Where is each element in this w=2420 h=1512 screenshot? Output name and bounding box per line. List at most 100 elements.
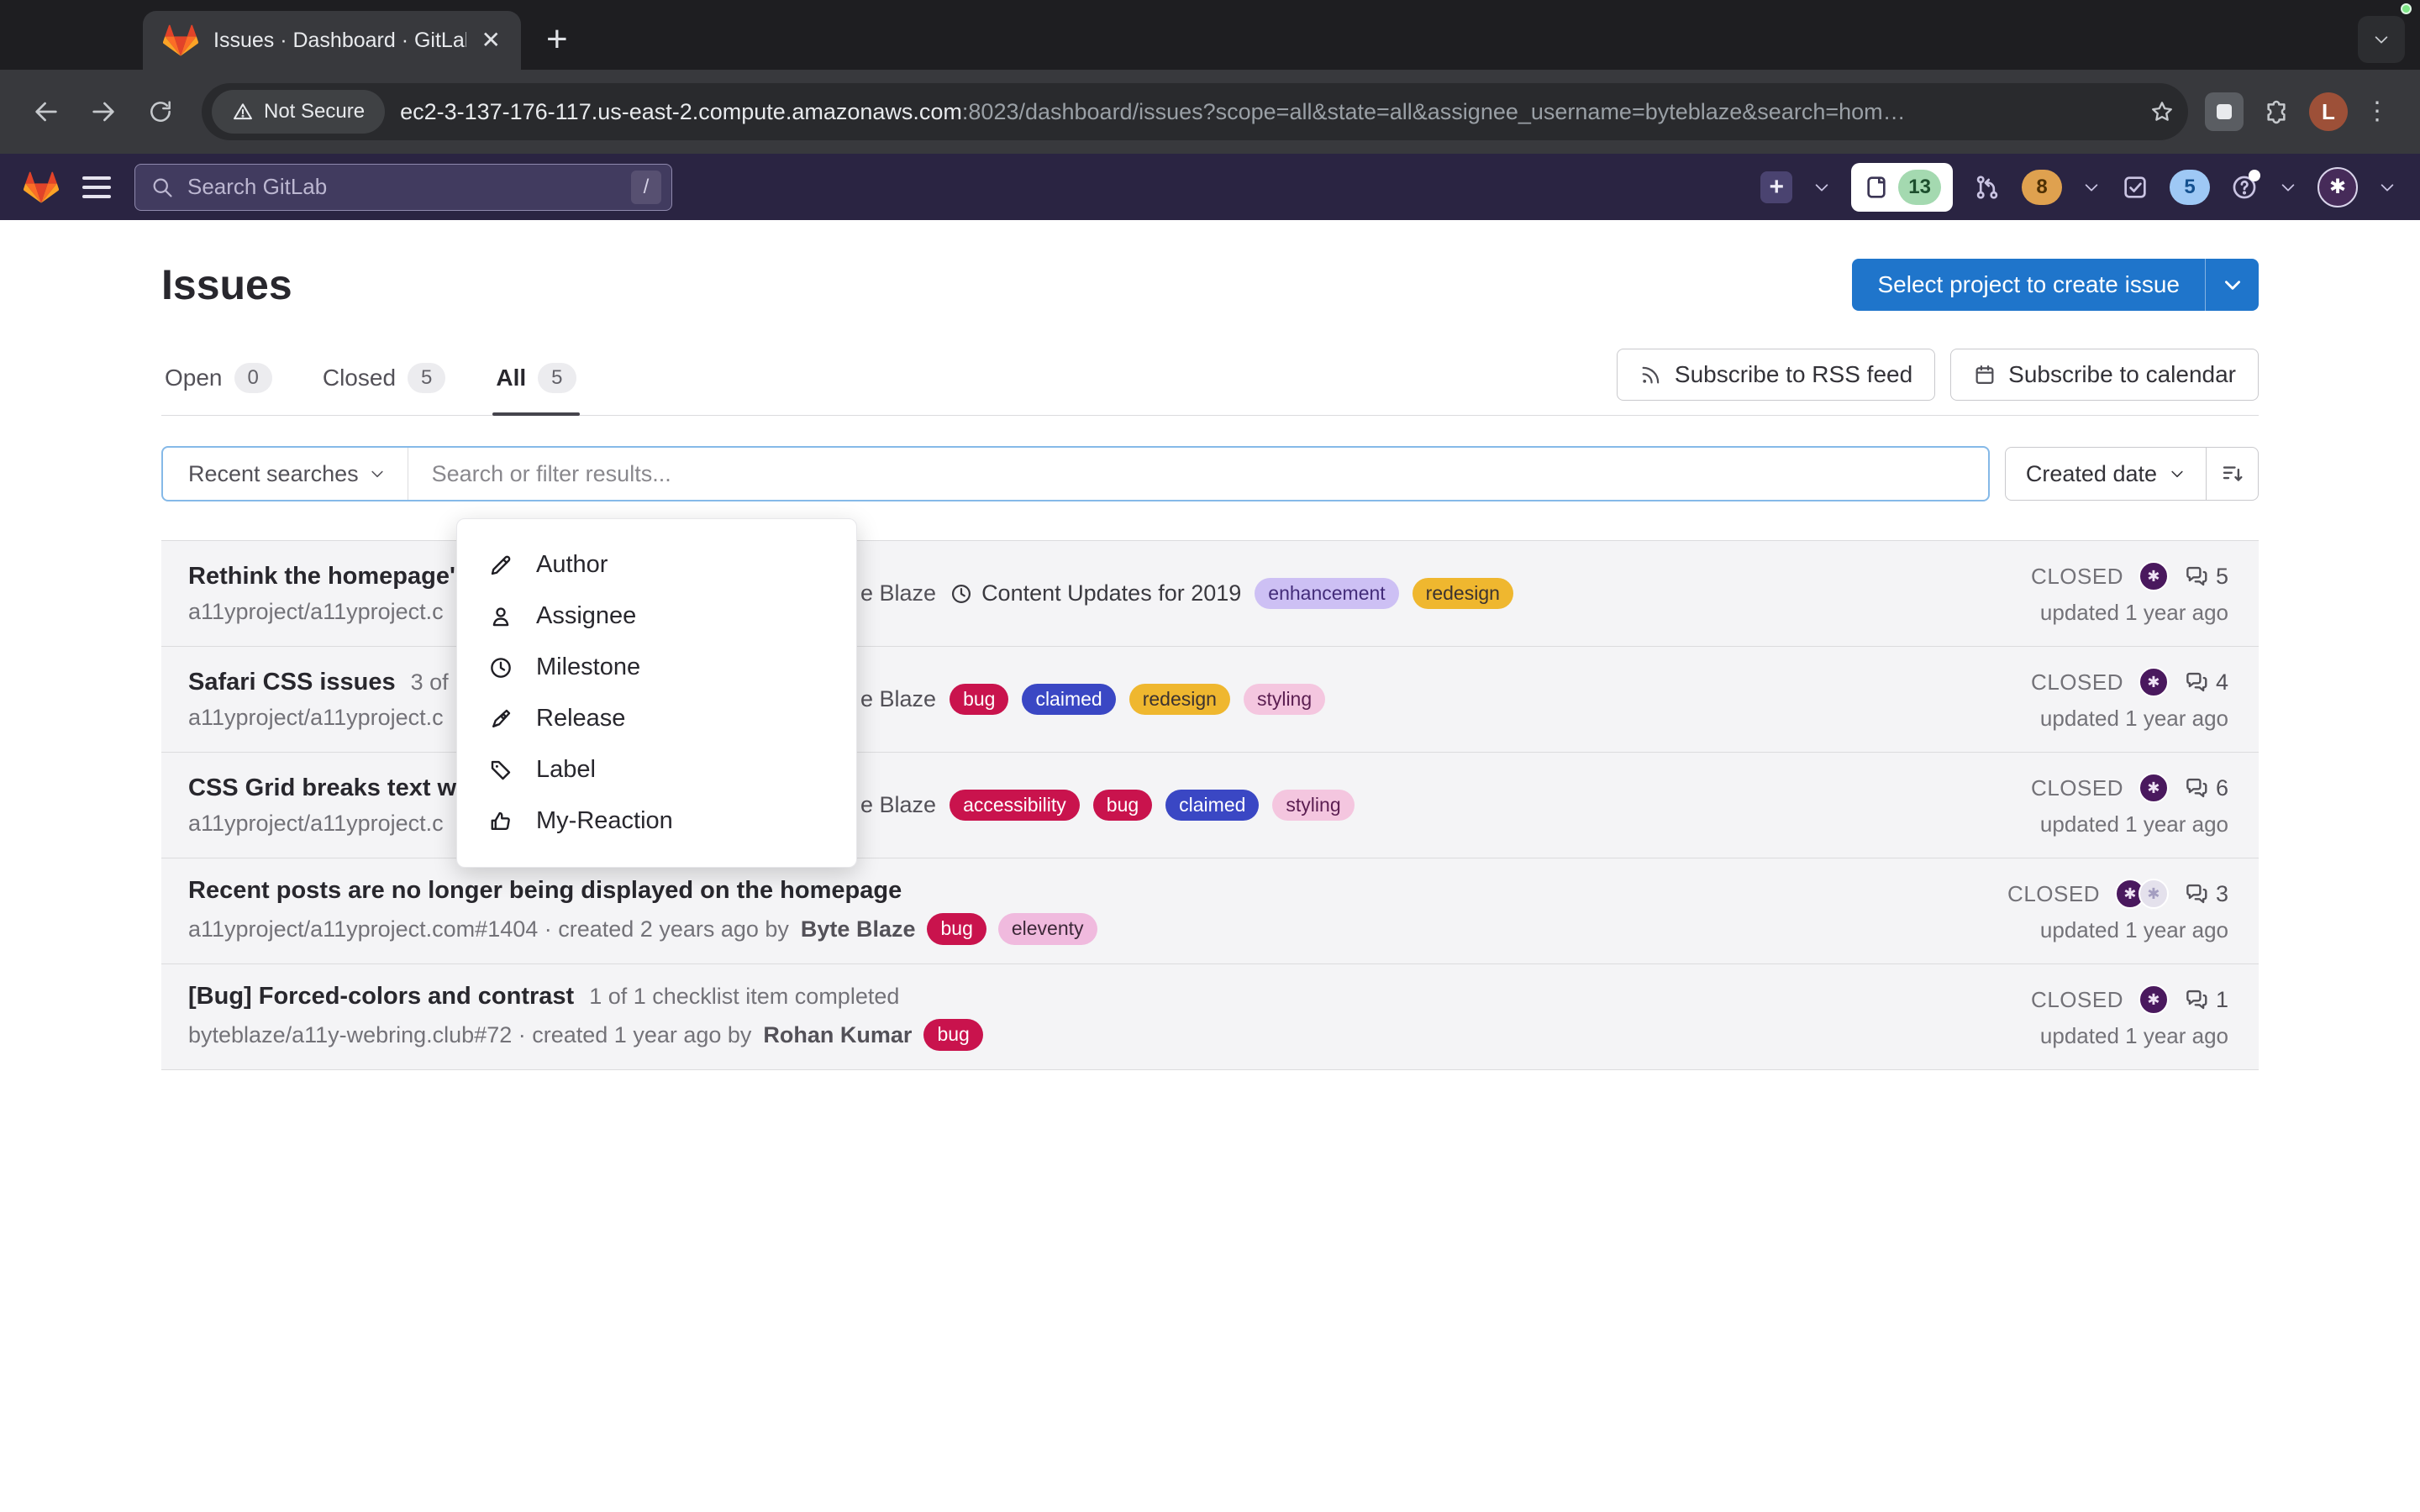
milestone[interactable]: Content Updates for 2019	[950, 580, 1241, 606]
filter-option-assignee[interactable]: Assignee	[457, 591, 856, 642]
issue-author[interactable]: Byte Blaze	[801, 916, 916, 942]
recent-searches-dropdown[interactable]: Recent searches	[163, 448, 408, 500]
updated-timestamp: updated 1 year ago	[2040, 706, 2228, 732]
assignee-avatars[interactable]: ✱	[2139, 773, 2169, 803]
filter-option-label[interactable]: Label	[457, 744, 856, 795]
assignee-avatars[interactable]: ✱✱	[2115, 879, 2169, 909]
issue-row[interactable]: Recent posts are no longer being display…	[161, 858, 2259, 964]
create-issue-button[interactable]: Select project to create issue	[1852, 259, 2205, 311]
tab-search-button[interactable]	[2358, 16, 2405, 63]
back-button[interactable]	[22, 87, 71, 136]
issue-assignee-avatar[interactable]: ✱	[2139, 984, 2169, 1015]
issue-label[interactable]: redesign	[1129, 684, 1230, 716]
issue-author[interactable]: Rohan Kumar	[763, 1022, 912, 1048]
chevron-down-icon[interactable]	[2279, 178, 2297, 197]
tab-count-badge: 5	[538, 363, 576, 393]
issues-counter[interactable]: 13	[1851, 163, 1953, 212]
gitlab-search-input[interactable]	[186, 173, 619, 201]
chevron-down-icon[interactable]	[1812, 178, 1831, 197]
filter-option-milestone[interactable]: Milestone	[457, 642, 856, 693]
merge-requests-count-badge[interactable]: 8	[2022, 170, 2062, 205]
extensions-puzzle-icon[interactable]	[2252, 87, 2301, 136]
assignee-avatars[interactable]: ✱	[2139, 984, 2169, 1015]
issue-filter-bar[interactable]: Recent searches Search or filter results…	[161, 446, 1990, 501]
gitlab-logo[interactable]	[24, 171, 59, 204]
gitlab-search-box[interactable]: /	[134, 164, 672, 211]
subscribe-calendar-button[interactable]: Subscribe to calendar	[1950, 349, 2259, 401]
user-avatar[interactable]: ✱	[2317, 167, 2358, 207]
subscribe-rss-button[interactable]: Subscribe to RSS feed	[1617, 349, 1935, 401]
new-tab-button[interactable]: +	[546, 21, 568, 58]
forward-button[interactable]	[79, 87, 128, 136]
issue-title[interactable]: Safari CSS issues	[188, 669, 396, 696]
comments-count[interactable]: 6	[2184, 775, 2228, 801]
hamburger-menu-icon[interactable]	[82, 176, 111, 198]
issue-label[interactable]: claimed	[1165, 790, 1259, 822]
create-issue-split-button[interactable]: Select project to create issue	[1852, 259, 2259, 311]
browser-tab[interactable]: Issues · Dashboard · GitLab ✕	[143, 11, 521, 70]
issue-label[interactable]: bug	[950, 684, 1008, 716]
issue-tail: e Blazeaccessibilitybugclaimedstyling	[860, 753, 1355, 858]
issue-title[interactable]: Recent posts are no longer being display…	[188, 877, 902, 905]
new-menu-button[interactable]: +	[1760, 171, 1792, 203]
issue-title[interactable]: CSS Grid breaks text wr	[188, 774, 466, 802]
state-tabs-row: Open0 Closed5 All5 Subscribe to RSS feed S…	[161, 348, 2259, 416]
issue-title[interactable]: [Bug] Forced-colors and contrast	[188, 983, 574, 1011]
todo-icon[interactable]	[2121, 173, 2149, 202]
issue-label[interactable]: claimed	[1022, 684, 1115, 716]
comments-count[interactable]: 5	[2184, 564, 2228, 590]
assignee-avatars[interactable]: ✱	[2139, 667, 2169, 697]
issue-assignee-avatar[interactable]: ✱	[2139, 667, 2169, 697]
issue-assignee-avatar[interactable]: ✱	[2139, 561, 2169, 591]
comments-count[interactable]: 4	[2184, 669, 2228, 696]
comments-icon	[2184, 881, 2209, 906]
issue-label[interactable]: bug	[923, 1019, 982, 1051]
issue-title[interactable]: Rethink the homepage's	[188, 563, 469, 591]
issue-label[interactable]: styling	[1272, 790, 1354, 822]
filter-option-my-reaction[interactable]: My-Reaction	[457, 795, 856, 847]
merge-request-icon[interactable]	[1973, 173, 2002, 202]
issue-label[interactable]: accessibility	[950, 790, 1080, 822]
browser-profile-avatar[interactable]: L	[2309, 92, 2348, 131]
issue-label[interactable]: redesign	[1413, 578, 1513, 610]
navbar-right-group: + 13 8 5 ✱	[1760, 163, 2396, 212]
issue-label[interactable]: styling	[1244, 684, 1325, 716]
sort-direction-button[interactable]	[2206, 448, 2258, 500]
issue-label[interactable]: bug	[1093, 790, 1152, 822]
tab-all[interactable]: All5	[492, 348, 579, 415]
chevron-down-icon	[2082, 178, 2101, 197]
create-issue-caret-button[interactable]	[2205, 259, 2259, 311]
star-icon	[2149, 99, 2175, 124]
sort-field-dropdown[interactable]: Created date	[2006, 448, 2206, 500]
issue-label[interactable]: bug	[927, 913, 986, 945]
filter-search-input[interactable]: Search or filter results...	[408, 461, 671, 487]
extension-icon[interactable]	[2205, 92, 2244, 131]
comments-count[interactable]: 1	[2184, 987, 2228, 1013]
todos-count-badge[interactable]: 5	[2170, 170, 2210, 205]
issue-assignee-avatar[interactable]: ✱	[2139, 773, 2169, 803]
site-security-chip[interactable]: Not Secure	[212, 90, 385, 134]
tab-close-icon[interactable]: ✕	[481, 29, 501, 52]
reload-button[interactable]	[136, 87, 185, 136]
comments-icon	[2184, 669, 2209, 695]
issue-checklist-note: 3 of	[411, 669, 449, 696]
issue-meta: a11yproject/a11yproject.c	[188, 599, 469, 625]
address-bar[interactable]: Not Secure ec2-3-137-176-117.us-east-2.c…	[202, 83, 2188, 140]
bookmark-star-icon[interactable]	[2149, 99, 2175, 124]
issue-assignee-avatar[interactable]: ✱	[2139, 879, 2169, 909]
arrow-left-icon	[32, 97, 60, 126]
browser-menu-icon[interactable]: ⋮	[2356, 99, 2398, 124]
issue-label[interactable]: enhancement	[1255, 578, 1398, 610]
comments-count[interactable]: 3	[2184, 881, 2228, 907]
thumb-up-icon	[487, 809, 514, 834]
filter-option-release[interactable]: Release	[457, 693, 856, 744]
chevron-down-icon[interactable]	[2082, 178, 2101, 197]
assignee-avatars[interactable]: ✱	[2139, 561, 2169, 591]
help-button[interactable]	[2230, 173, 2259, 202]
issue-row[interactable]: [Bug] Forced-colors and contrast 1 of 1 …	[161, 964, 2259, 1070]
tab-open[interactable]: Open0	[161, 348, 276, 415]
filter-option-author[interactable]: Author	[457, 539, 856, 591]
tab-closed[interactable]: Closed5	[319, 348, 450, 415]
chevron-down-icon[interactable]	[2378, 178, 2396, 197]
issue-label[interactable]: eleventy	[998, 913, 1097, 945]
